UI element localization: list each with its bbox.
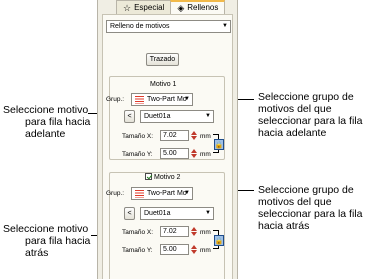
motif2-size-y-label: Tamaño Y:	[122, 247, 153, 254]
motif1-size-x-label: Tamaño X:	[122, 133, 154, 140]
motif1-size-y-spinner[interactable]	[190, 148, 198, 159]
tab-rellenos[interactable]: ◈ Rellenos	[170, 0, 226, 14]
callout-line: Seleccione grupo de	[258, 91, 354, 103]
spin-down-icon[interactable]	[191, 154, 197, 158]
callout-select-group-backward: Seleccione grupo de motivos del que sele…	[258, 184, 376, 232]
spin-down-icon[interactable]	[191, 136, 197, 140]
motif2-size-x-input[interactable]: 7.02	[160, 226, 189, 237]
spin-up-icon[interactable]	[191, 149, 197, 153]
callout-line: atrás	[25, 247, 49, 259]
motif2-motif-select[interactable]: Duet01a ▼	[140, 207, 214, 220]
motif1-motif-select[interactable]: Duet01a ▼	[140, 110, 214, 123]
motif2-group-value: Two-Part Mo	[147, 190, 187, 197]
motif1-prev-button[interactable]: <	[124, 110, 135, 123]
callout-line: Seleccione grupo de	[258, 184, 354, 196]
motif1-size-x-unit: mm	[200, 133, 211, 140]
tab-content: Relleno de motivos ▼ Trazado Motivo 1 Gr…	[102, 14, 233, 279]
callout-line: Seleccione motivo	[3, 223, 89, 235]
motif2-size-x-unit: mm	[200, 229, 211, 236]
callout-select-group-forward: Seleccione grupo de motivos del que sele…	[258, 91, 376, 139]
callout-line: motivos del que	[258, 103, 332, 115]
motif-group-icon	[135, 95, 144, 104]
fill-type-select[interactable]: Relleno de motivos ▼	[106, 20, 231, 33]
tab-bar: ☆ Especial ◈ Rellenos	[116, 0, 226, 14]
spin-down-icon[interactable]	[191, 232, 197, 236]
motif-group-icon	[135, 189, 144, 198]
tab-especial[interactable]: ☆ Especial	[116, 0, 172, 14]
callout-line: hacia atrás	[258, 220, 310, 232]
prev-arrow: <	[127, 210, 132, 217]
trazado-button-label: Trazado	[149, 56, 176, 63]
callout-line: Seleccione motivo	[3, 104, 89, 116]
callout-line: para fila hacia	[25, 116, 91, 128]
motif2-group-label: Grup.:	[106, 190, 125, 197]
spin-up-icon[interactable]	[191, 131, 197, 135]
fill-icon: ◈	[177, 3, 185, 13]
chevron-down-icon: ▼	[205, 113, 211, 119]
motif1-group-label: Grup.:	[106, 96, 125, 103]
star-icon: ☆	[123, 2, 132, 13]
spin-up-icon[interactable]	[191, 245, 197, 249]
motif1-group-select[interactable]: Two-Part Mo ▼	[131, 93, 193, 106]
motif2-size-y-unit: mm	[200, 247, 211, 254]
fill-type-value: Relleno de motivos	[110, 23, 170, 30]
chevron-down-icon: ▼	[184, 190, 190, 196]
callout-line: para fila hacia	[25, 235, 91, 247]
callout-select-motif-backward: Seleccione motivo para fila hacia atrás	[3, 223, 95, 259]
tab-label: Especial	[134, 2, 165, 12]
spin-up-icon[interactable]	[191, 227, 197, 231]
motif2-prev-button[interactable]: <	[124, 207, 135, 220]
motif2-size-y-input[interactable]: 5.00	[160, 244, 189, 255]
tab-label: Rellenos	[187, 3, 219, 12]
callout-line: hacia adelante	[258, 127, 327, 139]
lock-icon[interactable]: 🔒	[214, 235, 224, 246]
motif2-size-x-spinner[interactable]	[190, 226, 198, 237]
motif1-motif-value: Duet01a	[144, 113, 171, 120]
motif1-size-x-input[interactable]: 7.02	[160, 130, 189, 141]
motif2-size-y-spinner[interactable]	[190, 244, 198, 255]
motif1-title: Motivo 1	[148, 80, 179, 89]
lock-icon[interactable]: 🔒	[214, 139, 224, 150]
motif2-enable-checkbox[interactable]	[145, 173, 152, 180]
prev-arrow: <	[127, 113, 132, 120]
motif1-size-y-label: Tamaño Y:	[122, 151, 153, 158]
callout-line: motivos del que	[258, 196, 332, 208]
motif1-size-y-input[interactable]: 5.00	[160, 148, 189, 159]
spin-down-icon[interactable]	[191, 250, 197, 254]
motif1-group-value: Two-Part Mo	[147, 96, 187, 103]
callout-line: adelante	[25, 128, 66, 140]
fill-properties-panel: ☆ Especial ◈ Rellenos Relleno de motivos…	[97, 0, 238, 279]
chevron-down-icon: ▼	[205, 210, 211, 216]
motif2-title[interactable]: Motivo 2	[143, 173, 183, 182]
chevron-down-icon: ▼	[222, 23, 228, 29]
callout-line: seleccionar para la fila	[258, 208, 363, 220]
trazado-button[interactable]: Trazado	[146, 53, 179, 66]
callout-select-motif-forward: Seleccione motivo para fila hacia adelan…	[3, 104, 95, 140]
chevron-down-icon: ▼	[184, 96, 190, 102]
motif1-size-x-spinner[interactable]	[190, 130, 198, 141]
callout-line: seleccionar para la fila	[258, 115, 363, 127]
motif2-size-x-label: Tamaño X:	[122, 229, 154, 236]
motif2-title-text: Motivo 2	[154, 174, 181, 181]
motif2-group-select[interactable]: Two-Part Mo ▼	[131, 187, 193, 200]
motif1-size-y-unit: mm	[200, 151, 211, 158]
motif2-motif-value: Duet01a	[144, 210, 171, 217]
